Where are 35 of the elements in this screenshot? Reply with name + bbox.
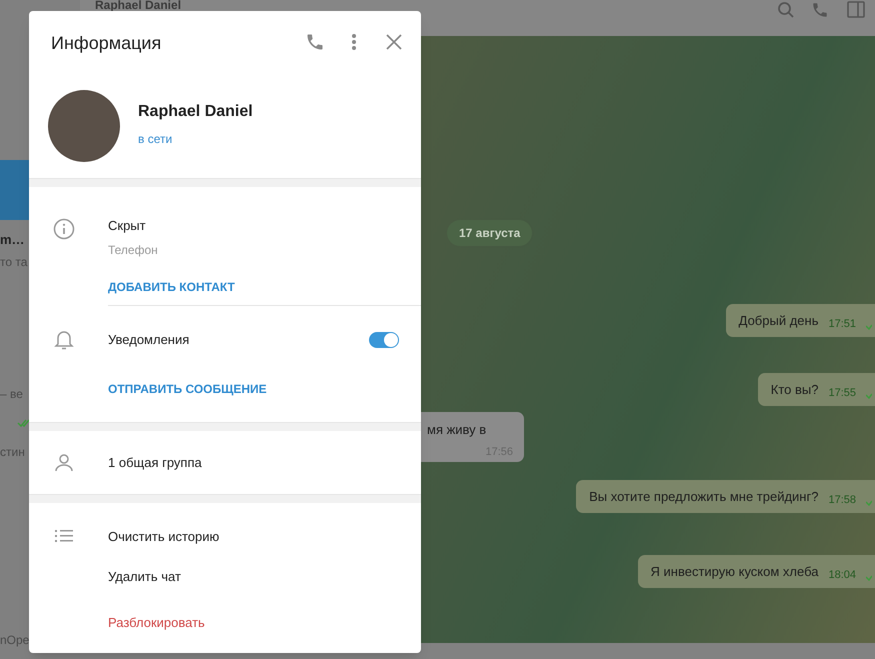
message-text: Кто вы? (770, 380, 818, 399)
sidebar-toggle-icon[interactable] (847, 1, 865, 18)
message-text: мя живу в (427, 421, 488, 439)
phone-icon[interactable] (811, 1, 829, 19)
online-status: в сети (138, 130, 174, 148)
message-text: Вы хотите предложить мне трейдинг? (589, 488, 818, 506)
info-icon (53, 218, 75, 240)
more-icon[interactable] (351, 33, 357, 51)
close-icon[interactable] (386, 34, 402, 50)
chat-name: m… (0, 232, 25, 248)
notifications-toggle[interactable] (369, 332, 399, 348)
search-icon[interactable] (777, 1, 795, 19)
message-text: Добрый день (738, 312, 818, 330)
message-time: 17:58 (828, 493, 856, 508)
add-contact-link[interactable]: ДОБАВИТЬ КОНТАКТ (108, 278, 235, 296)
send-message-link[interactable]: ОТПРАВИТЬ СООБЩЕНИЕ (108, 380, 267, 398)
phone-icon[interactable] (305, 32, 325, 52)
phone-label: Телефон (108, 242, 159, 258)
bell-icon (54, 329, 74, 351)
action-item[interactable]: Очистить историю (108, 527, 220, 546)
person-icon (54, 452, 74, 472)
common-groups-item[interactable]: 1 общая группа (74, 452, 202, 472)
chat-title: Raphael Daniel (95, 0, 182, 10)
message-time: 17:55 (828, 386, 856, 402)
action-item[interactable]: Удалить чат (108, 566, 181, 586)
phone-value: Скрыт (108, 217, 147, 235)
date-badge: 17 августа (447, 220, 532, 246)
dialog-title: Информация (51, 32, 162, 55)
message-text: Я инвестирую куском хлеба (650, 562, 818, 581)
notifications-label: Уведомления (107, 331, 190, 350)
contact-name: Raphael Daniel (138, 102, 253, 122)
list-icon (54, 528, 74, 544)
action-item[interactable]: Разблокировать (108, 613, 205, 632)
message-time: 17:51 (828, 317, 856, 332)
message-time: 18:04 (828, 568, 856, 584)
